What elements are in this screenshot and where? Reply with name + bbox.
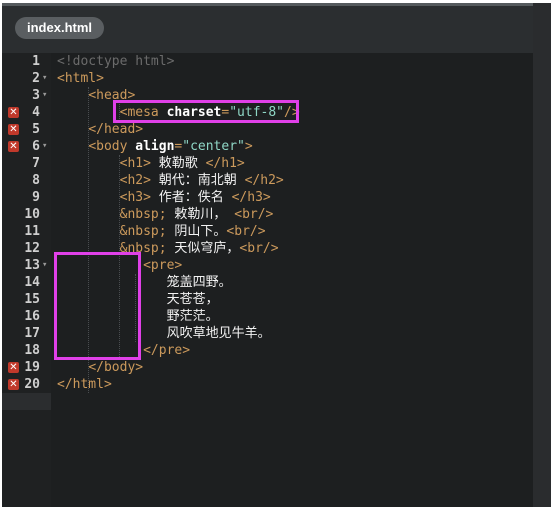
current-line-highlight: [2, 393, 51, 410]
line-number: 10: [24, 207, 40, 222]
fold-arrow-icon[interactable]: ▾: [42, 70, 50, 87]
code-line-2: <html>: [57, 71, 104, 86]
fold-arrow-icon[interactable]: ▾: [42, 138, 50, 155]
tab-bar: index.html: [2, 6, 533, 53]
fold-arrow-icon[interactable]: ▾: [42, 87, 50, 104]
error-marker-icon[interactable]: ✕: [8, 124, 19, 135]
line-number: 14: [24, 275, 40, 290]
error-marker-icon[interactable]: ✕: [8, 379, 19, 390]
code-line-11: &nbsp; 阴山下。<br/>: [119, 224, 266, 239]
line-number: 9: [32, 190, 40, 205]
code-line-8: <h2> 朝代：南北朝 </h2>: [119, 173, 284, 188]
line-number: 8: [32, 173, 40, 188]
line-number: 1: [32, 54, 40, 69]
code-line-5: </head>: [88, 122, 144, 137]
fold-arrow-icon[interactable]: ▾: [42, 257, 50, 274]
error-marker-icon[interactable]: ✕: [8, 107, 19, 118]
code-line-19: </body>: [88, 360, 144, 375]
code-line-10: &nbsp; 敕勒川， <br/>: [119, 207, 274, 222]
tab-index-html[interactable]: index.html: [15, 17, 105, 39]
line-number: 12: [24, 241, 40, 256]
code-line-1: <!doctype html>: [57, 54, 175, 69]
line-number: 13: [24, 258, 40, 273]
code-line-6: <body align="center">: [88, 139, 253, 154]
line-number: 16: [24, 309, 40, 324]
line-number-gutter: 1 2 ▾ 3 ▾ 4 ✕ 5 ✕ 6 ▾ ✕ 7 8 9 10 11 12 13 ▾ 14 15 16 17 18 19 ✕ 20 ✕: [2, 53, 51, 507]
error-marker-icon[interactable]: ✕: [8, 141, 19, 152]
line-number: 2: [32, 71, 40, 86]
editor-window: index.html 1 2 ▾ 3 ▾ 4 ✕ 5 ✕ 6 ▾ ✕ 7 8 9 10 11 12 13 ▾ 14 15 1…: [2, 3, 551, 507]
error-marker-icon[interactable]: ✕: [8, 362, 19, 373]
line-number: 18: [24, 343, 40, 358]
line-number: 3: [32, 88, 40, 103]
line-number: 11: [24, 224, 40, 239]
code-line-7: <h1> 敕勒歌 </h1>: [119, 156, 245, 171]
line-number: 7: [32, 156, 40, 171]
vertical-scrollbar[interactable]: [533, 3, 551, 507]
highlight-box-pre-indent: [54, 252, 141, 360]
line-number: 15: [24, 292, 40, 307]
code-line-20: </html>: [57, 377, 112, 392]
highlight-box-meta-line: [113, 100, 299, 123]
line-number: 17: [24, 326, 40, 341]
code-line-9: <h3> 作者：佚名 </h3>: [119, 190, 271, 205]
